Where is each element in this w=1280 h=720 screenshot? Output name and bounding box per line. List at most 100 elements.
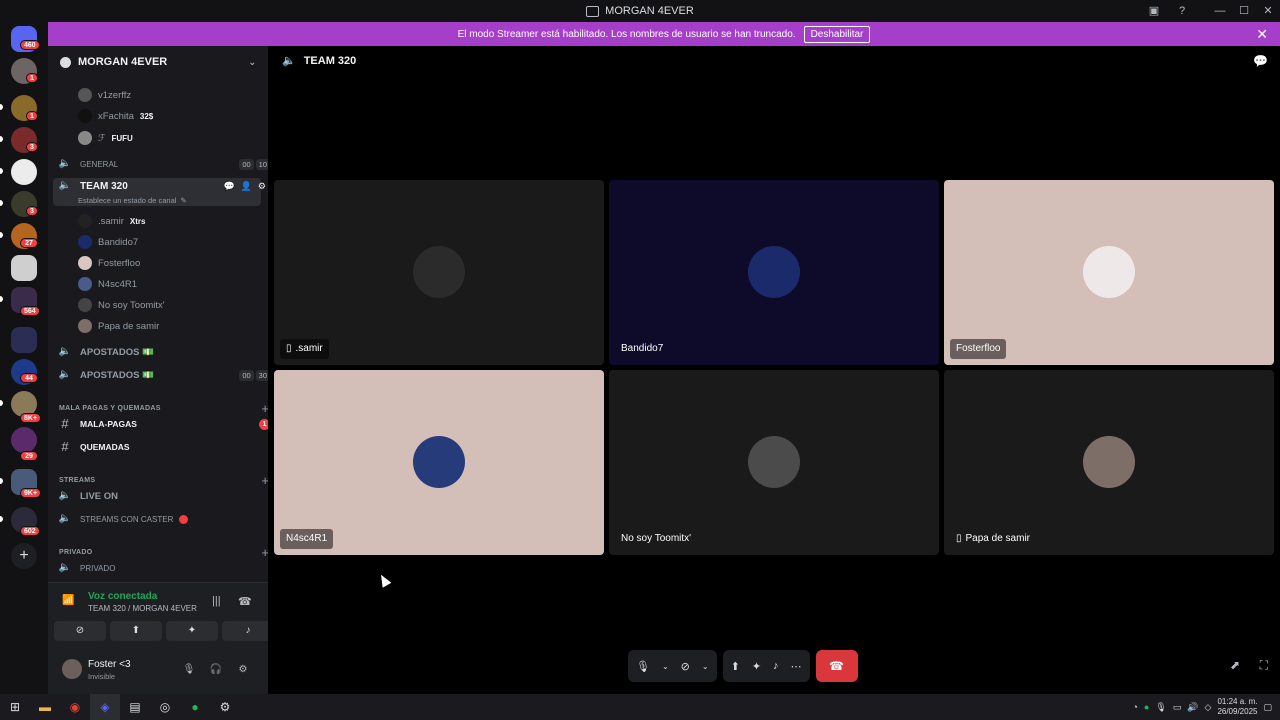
voice-channel-apostados[interactable]: 🔈 APOSTADOS 💵 00 30	[58, 369, 278, 381]
participant-avatar	[1083, 246, 1135, 298]
close-banner-icon[interactable]: ✕	[1256, 26, 1268, 43]
channel-name: GENERAL	[80, 159, 119, 169]
voice-member[interactable]: Bandido7	[78, 235, 298, 249]
chevron-down-icon[interactable]: ⌄	[702, 662, 709, 671]
voice-member[interactable]: .samir Xtrs	[78, 214, 298, 228]
server-icon[interactable]	[11, 159, 37, 185]
voice-member[interactable]: xFachita 32$	[78, 109, 298, 123]
chevron-down-icon[interactable]: ⌄	[662, 662, 669, 671]
tray-icon[interactable]: ◇	[1205, 702, 1212, 713]
gear-icon[interactable]: ⚙	[258, 181, 266, 192]
voice-member[interactable]: Papa de samir	[78, 319, 298, 333]
activities-button[interactable]: ✦	[166, 621, 218, 641]
file-explorer-icon[interactable]: ▬	[30, 694, 60, 720]
server-icon[interactable]	[11, 255, 37, 281]
participant-tile[interactable]: N4sc4R1	[274, 370, 604, 555]
volume-icon[interactable]: 🔊	[1187, 702, 1198, 713]
chrome-icon[interactable]: ◉	[60, 694, 90, 720]
participant-avatar	[1083, 436, 1135, 488]
help-icon[interactable]: ?	[1174, 3, 1190, 19]
live-indicator	[179, 514, 189, 524]
clock[interactable]: 01:24 a. m. 26/09/2025	[1217, 697, 1257, 717]
avatar	[78, 88, 92, 102]
unread-indicator	[0, 296, 3, 302]
more-options-icon[interactable]: ⋯	[791, 660, 802, 673]
microphone-icon[interactable]: 🎙	[182, 663, 196, 677]
activities-icon[interactable]: ✦	[752, 660, 761, 673]
terminal-icon[interactable]: ▤	[120, 694, 150, 720]
spotify-tray-icon[interactable]: ●	[1144, 702, 1149, 712]
participant-tile[interactable]: Bandido7	[609, 180, 939, 365]
category-mala-pagas[interactable]: MALA PAGAS Y QUEMADAS +	[59, 401, 279, 416]
voice-channel-streams-caster[interactable]: 🔈 STREAMS CON CASTER	[58, 513, 278, 525]
add-server-icon[interactable]: +	[11, 543, 37, 569]
voice-member[interactable]: Fosterfloo	[78, 256, 298, 270]
close-window-button[interactable]: ✕	[1256, 0, 1280, 22]
voice-channel-team-320[interactable]: 🔈 TEAM 320 💬 👤 ⚙	[58, 180, 278, 192]
mic-tray-icon[interactable]: 🎙	[1155, 702, 1166, 713]
windows-start-icon[interactable]: ⊞	[0, 694, 30, 720]
headphones-icon[interactable]: 🎧	[209, 663, 223, 677]
notifications-icon[interactable]: ▢	[1263, 702, 1272, 713]
text-channel-quemadas[interactable]: # QUEMADAS	[58, 440, 278, 453]
signal-icon[interactable]: 📶	[62, 595, 74, 606]
voice-member[interactable]: v1zerffz	[78, 88, 298, 102]
voice-channel-live-on[interactable]: 🔈 LIVE ON	[58, 490, 278, 502]
hang-up-button[interactable]: ☎	[815, 650, 858, 682]
participant-label: No soy Toomitx'	[615, 529, 697, 549]
participant-tile[interactable]: Fosterfloo	[944, 180, 1274, 365]
voice-channel-apostados[interactable]: 🔈 APOSTADOS 💵	[58, 346, 278, 358]
text-channel-mala-pagas[interactable]: # MALA-PAGAS 1	[58, 417, 278, 430]
minimize-button[interactable]: —	[1208, 0, 1232, 22]
soundboard-icon[interactable]: |||	[212, 595, 221, 607]
voice-channel-privado[interactable]: 🔈 PRIVADO	[58, 562, 278, 574]
disconnect-icon[interactable]: ☎	[238, 595, 252, 608]
voice-location[interactable]: TEAM 320 / MORGAN 4EVER	[88, 604, 197, 613]
voice-member[interactable]: ℱ FUFU	[78, 131, 298, 145]
share-screen-button[interactable]: ⬆	[110, 621, 162, 641]
discord-taskbar-icon[interactable]: ◈	[90, 694, 120, 720]
stage-channel-name: TEAM 320	[303, 54, 357, 67]
chat-icon[interactable]: 💬	[1253, 54, 1268, 68]
camera-off-button[interactable]: ⊘	[54, 621, 106, 641]
voice-member[interactable]: N4sc4R1	[78, 277, 298, 291]
voice-panel: 📶 Voz conectada TEAM 320 / MORGAN 4EVER …	[48, 582, 274, 694]
server-icon[interactable]	[11, 427, 37, 453]
participant-tile[interactable]: ▯ Papa de samir	[944, 370, 1274, 555]
settings-icon[interactable]: ⚙	[210, 694, 240, 720]
network-icon[interactable]: ▭	[1173, 702, 1182, 713]
channel-status[interactable]: Establece un estado de canal ✎	[78, 196, 298, 205]
invite-icon[interactable]: 👤	[241, 181, 252, 192]
soundboard-button[interactable]: ♪	[222, 621, 274, 641]
channel-name: MALA-PAGAS	[80, 419, 137, 429]
spotify-icon[interactable]: ●	[180, 694, 210, 720]
voice-stage: 🔈 TEAM 320 💬 ▯ .samir Bandido7 Fosterflo…	[268, 46, 1280, 694]
category-streams[interactable]: STREAMS +	[59, 473, 279, 488]
server-rail: 460 1 1 3 3 27 564 44 8K+ 29 9K+ 602 +	[0, 22, 48, 694]
member-name: No soy Toomitx'	[98, 299, 165, 311]
soundboard-icon[interactable]: ♪	[773, 660, 779, 672]
guild-header[interactable]: MORGAN 4EVER ⌄	[48, 46, 268, 78]
taskbar: ⊞ ▬ ◉ ◈ ▤ ◎ ● ⚙ ◔ ● 🎙 ▭ 🔊 ◇ 01:24 a. m. …	[0, 694, 1280, 720]
microphone-icon[interactable]: 🎙	[636, 660, 650, 673]
pop-out-icon[interactable]: ⬈	[1230, 658, 1240, 672]
camera-off-icon[interactable]: ⊘	[681, 660, 690, 673]
server-badge: 602	[20, 526, 40, 536]
participant-name: Fosterfloo	[956, 343, 1001, 354]
server-folder-open[interactable]	[11, 327, 37, 353]
inbox-icon[interactable]: ▣	[1146, 3, 1162, 19]
disable-streamer-button[interactable]: Deshabilitar	[803, 25, 871, 43]
category-privado[interactable]: PRIVADO +	[59, 545, 279, 560]
maximize-button[interactable]: ☐	[1232, 0, 1256, 22]
chat-icon[interactable]: 💬	[223, 181, 234, 192]
participant-tile[interactable]: No soy Toomitx'	[609, 370, 939, 555]
voice-channel-general[interactable]: 🔈 GENERAL 00 10	[58, 158, 278, 170]
avatar[interactable]	[62, 659, 82, 679]
share-screen-icon[interactable]: ⬆	[731, 660, 740, 673]
fullscreen-icon[interactable]: ⛶	[1260, 658, 1268, 673]
settings-gear-icon[interactable]: ⚙	[236, 663, 250, 677]
participant-tile[interactable]: ▯ .samir	[274, 180, 604, 365]
tray-icon[interactable]: ◔	[1132, 702, 1137, 712]
steam-icon[interactable]: ◎	[150, 694, 180, 720]
voice-member[interactable]: No soy Toomitx'	[78, 298, 298, 312]
